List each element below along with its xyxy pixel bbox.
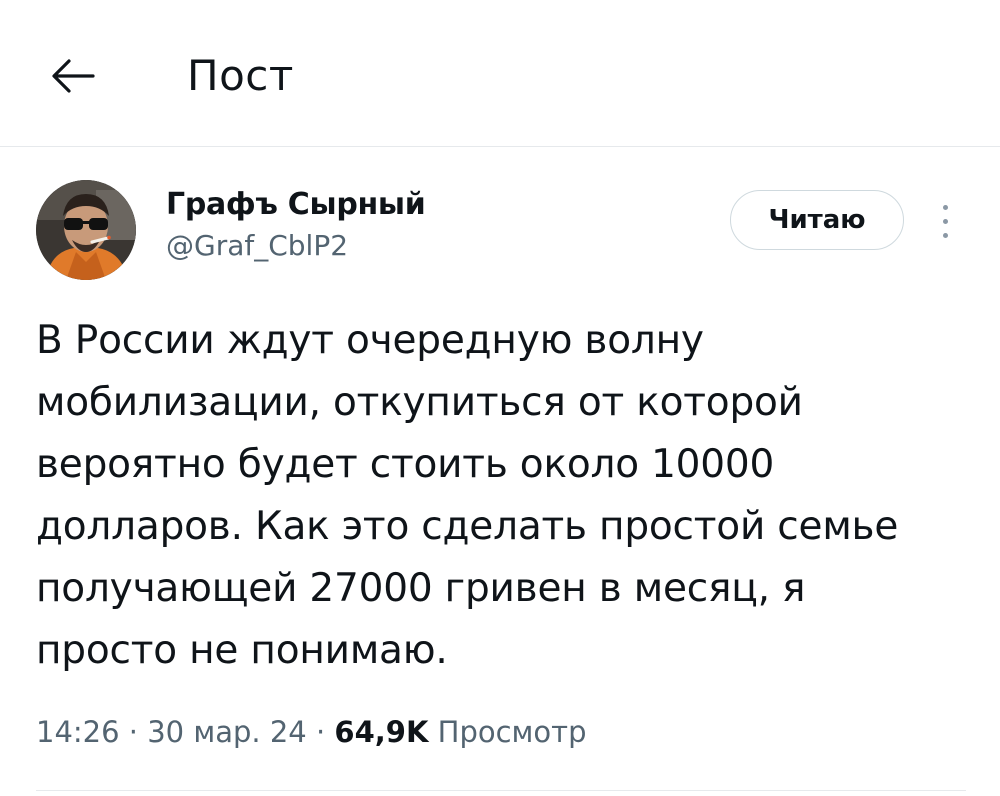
more-vertical-icon (942, 204, 948, 210)
post-date[interactable]: 30 мар. 24 (147, 715, 307, 749)
views-count[interactable]: 64,9K (334, 715, 428, 749)
follow-button[interactable]: Читаю (730, 190, 904, 250)
arrow-left-icon (52, 59, 95, 93)
more-options-button[interactable] (930, 196, 960, 246)
avatar-photo (36, 180, 136, 280)
post-text: В России ждут очередную волну мобилизаци… (36, 318, 899, 673)
divider (36, 790, 966, 791)
back-button[interactable] (44, 50, 100, 102)
post-meta: 14:26 · 30 мар. 24 · 64,9K Просмотр (36, 712, 586, 752)
page-title: Пост (187, 51, 294, 100)
more-vertical-icon-dot (942, 232, 948, 238)
author-name[interactable]: Графъ Сырный (166, 186, 426, 224)
avatar[interactable] (36, 180, 136, 280)
meta-separator: · (306, 715, 335, 749)
author-handle[interactable]: @Graf_CblP2 (166, 228, 348, 264)
post-time[interactable]: 14:26 (36, 715, 120, 749)
top-bar: Пост (0, 0, 1000, 147)
meta-separator: · (119, 715, 148, 749)
more-vertical-icon-dot (942, 218, 948, 224)
views-label[interactable]: Просмотр (438, 715, 587, 749)
